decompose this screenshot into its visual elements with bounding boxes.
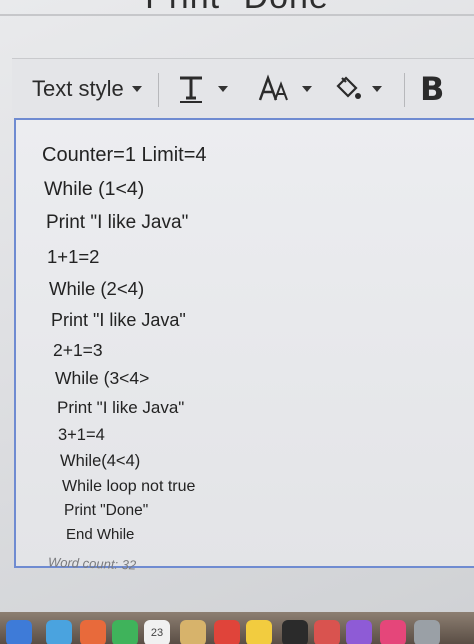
app-icon[interactable] bbox=[180, 620, 206, 644]
text-style-dropdown[interactable]: Text style bbox=[32, 69, 142, 109]
app-icon[interactable] bbox=[314, 620, 340, 644]
editor-line: While (3<4> bbox=[55, 368, 150, 388]
editor-line: While(4<4) bbox=[60, 452, 141, 470]
text-format-icon bbox=[180, 76, 202, 103]
editor-line: While (1<4) bbox=[44, 178, 145, 200]
editor-line: While loop not true bbox=[62, 478, 196, 495]
app-icon[interactable] bbox=[80, 620, 106, 644]
editor-toolbar: Text style B bbox=[12, 58, 474, 120]
app-icon[interactable] bbox=[346, 620, 372, 644]
toolbar-separator bbox=[158, 73, 159, 107]
app-icon[interactable] bbox=[282, 620, 308, 644]
editor-line: Print "Done" bbox=[64, 502, 149, 519]
paint-bucket-icon bbox=[336, 76, 361, 99]
bold-button[interactable]: B bbox=[420, 69, 444, 109]
editor-line: 1+1=2 bbox=[47, 246, 100, 267]
app-icon[interactable] bbox=[6, 620, 32, 644]
font-format-dropdown[interactable] bbox=[176, 69, 228, 109]
chevron-down-icon bbox=[302, 86, 312, 92]
fill-color-dropdown[interactable] bbox=[332, 69, 382, 109]
font-size-dropdown[interactable] bbox=[258, 69, 312, 109]
text-editor-area[interactable]: Counter=1 Limit=4 While (1<4) Print "I lik… bbox=[14, 118, 474, 568]
editor-line: 3+1=4 bbox=[58, 426, 105, 444]
chevron-down-icon bbox=[372, 86, 382, 92]
app-icon[interactable] bbox=[46, 620, 72, 644]
chevron-down-icon bbox=[218, 86, 228, 92]
text-style-label: Text style bbox=[32, 76, 124, 101]
calendar-icon[interactable]: 23 bbox=[144, 620, 170, 644]
editor-line: Print "I like Java" bbox=[57, 398, 185, 417]
photographed-screen: Print "Done Text style bbox=[0, 0, 474, 644]
font-size-icon bbox=[258, 74, 288, 101]
app-icon[interactable] bbox=[246, 620, 272, 644]
app-icon[interactable] bbox=[112, 620, 138, 644]
editor-line: 2+1=3 bbox=[53, 340, 103, 360]
word-count-label: Word count: 32 bbox=[47, 554, 137, 573]
toolbar-separator bbox=[404, 73, 405, 107]
chevron-down-icon bbox=[131, 86, 142, 92]
title-divider bbox=[0, 14, 474, 16]
app-icon[interactable] bbox=[380, 620, 406, 644]
editor-line: Print "I like Java" bbox=[51, 310, 186, 330]
editor-line: Print "I like Java" bbox=[46, 212, 189, 233]
editor-line: While (2<4) bbox=[49, 278, 145, 299]
dock-bar: 23 bbox=[0, 612, 474, 644]
editor-line: End While bbox=[66, 526, 135, 543]
editor-line: Counter=1 Limit=4 bbox=[42, 144, 207, 166]
app-icon[interactable] bbox=[214, 620, 240, 644]
app-icon[interactable] bbox=[414, 620, 440, 644]
